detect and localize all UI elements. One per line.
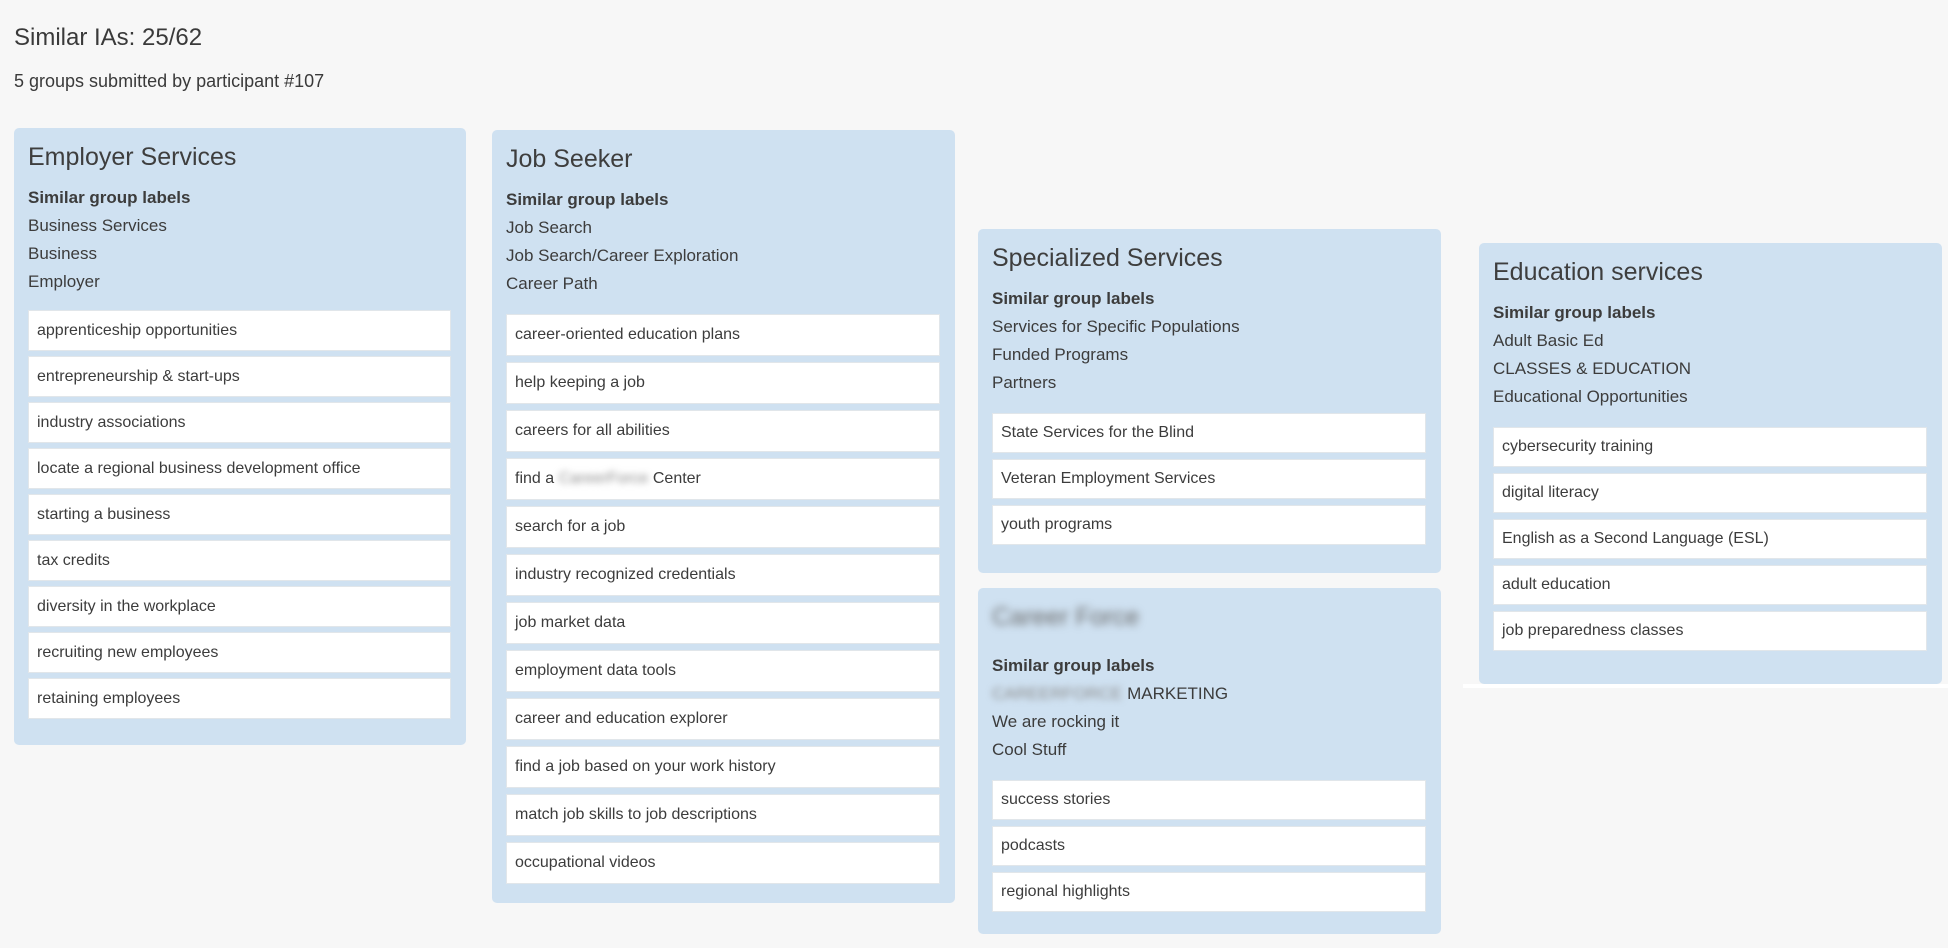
similar-label: Cool Stuff — [992, 740, 1067, 759]
card-item[interactable]: occupational videos — [506, 842, 940, 884]
card-item[interactable]: cybersecurity training — [1493, 427, 1927, 467]
similar-label: Adult Basic Ed — [1493, 331, 1604, 350]
card-item[interactable]: success stories — [992, 780, 1426, 820]
group-title: Job Seeker — [506, 145, 633, 173]
similar-labels-heading: Similar group labels — [1493, 303, 1656, 322]
card-item[interactable]: retaining employees — [28, 678, 451, 719]
column-divider — [1463, 684, 1948, 688]
similar-label: Career Path — [506, 274, 598, 293]
similar-labels-heading: Similar group labels — [506, 190, 669, 209]
card-item[interactable]: adult education — [1493, 565, 1927, 605]
group-title-redacted: Career Force — [992, 603, 1140, 631]
card-item[interactable]: diversity in the workplace — [28, 586, 451, 627]
card-item[interactable]: employment data tools — [506, 650, 940, 692]
card-item[interactable]: apprenticeship opportunities — [28, 310, 451, 351]
similar-label: Job Search/Career Exploration — [506, 246, 739, 265]
card-list: career-oriented education plans help kee… — [506, 314, 940, 884]
card-item-redacted[interactable]: find a CareerForce Center — [506, 458, 940, 500]
similar-label: Educational Opportunities — [1493, 387, 1688, 406]
card-item[interactable]: English as a Second Language (ESL) — [1493, 519, 1927, 559]
group-card-specialized-services: Specialized Services Similar group label… — [978, 229, 1441, 573]
similar-labels-heading: Similar group labels — [28, 188, 191, 207]
item-text-prefix: find a — [515, 470, 555, 487]
group-card-employer-services: Employer Services Similar group labels B… — [14, 128, 466, 745]
similar-label: We are rocking it — [992, 712, 1120, 731]
group-title: Education services — [1493, 258, 1703, 286]
similar-label: Business Services — [28, 216, 167, 235]
card-item[interactable]: career and education explorer — [506, 698, 940, 740]
card-list: apprenticeship opportunities entrepreneu… — [28, 310, 451, 719]
card-item[interactable]: podcasts — [992, 826, 1426, 866]
redacted-text: CareerForce — [558, 470, 649, 487]
group-title: Employer Services — [28, 143, 237, 171]
card-item[interactable]: tax credits — [28, 540, 451, 581]
similar-label: Services for Specific Populations — [992, 317, 1240, 336]
card-item[interactable]: industry associations — [28, 402, 451, 443]
card-item[interactable]: State Services for the Blind — [992, 413, 1426, 453]
similar-label: CLASSES & EDUCATION — [1493, 359, 1692, 378]
card-item[interactable]: recruiting new employees — [28, 632, 451, 673]
group-card-job-seeker: Job Seeker Similar group labels Job Sear… — [492, 130, 955, 903]
similar-label: Employer — [28, 272, 100, 291]
similar-label-redacted: CAREERFORCE MARKETING — [992, 680, 1426, 708]
card-item[interactable]: starting a business — [28, 494, 451, 535]
card-list: State Services for the Blind Veteran Emp… — [992, 413, 1426, 545]
similar-label-suffix: MARKETING — [1127, 684, 1229, 703]
similar-labels-heading: Similar group labels — [992, 289, 1155, 308]
card-item[interactable]: job preparedness classes — [1493, 611, 1927, 651]
card-item[interactable]: job market data — [506, 602, 940, 644]
card-item[interactable]: industry recognized credentials — [506, 554, 940, 596]
card-item[interactable]: digital literacy — [1493, 473, 1927, 513]
card-item[interactable]: youth programs — [992, 505, 1426, 545]
similar-labels-heading: Similar group labels — [992, 656, 1155, 675]
card-item[interactable]: help keeping a job — [506, 362, 940, 404]
group-title: Specialized Services — [992, 244, 1223, 272]
page-subtitle: 5 groups submitted by participant #107 — [14, 71, 325, 91]
card-item[interactable]: Veteran Employment Services — [992, 459, 1426, 499]
card-item[interactable]: locate a regional business development o… — [28, 448, 451, 489]
card-item[interactable]: match job skills to job descriptions — [506, 794, 940, 836]
group-card-education-services: Education services Similar group labels … — [1479, 243, 1942, 684]
page-title: Similar IAs: 25/62 — [14, 24, 203, 51]
card-list: success stories podcasts regional highli… — [992, 780, 1426, 912]
similar-label: Partners — [992, 373, 1057, 392]
similar-label: Business — [28, 244, 97, 263]
redacted-text: CAREERFORCE — [992, 684, 1123, 703]
group-card-career-force: Career Force Similar group labels CAREER… — [978, 588, 1441, 934]
similar-label: Job Search — [506, 218, 592, 237]
card-item[interactable]: find a job based on your work history — [506, 746, 940, 788]
item-text-suffix: Center — [652, 470, 701, 487]
card-item[interactable]: careers for all abilities — [506, 410, 940, 452]
card-item[interactable]: search for a job — [506, 506, 940, 548]
card-item[interactable]: entrepreneurship & start-ups — [28, 356, 451, 397]
card-list: cybersecurity training digital literacy … — [1493, 427, 1927, 651]
card-item[interactable]: career-oriented education plans — [506, 314, 940, 356]
similar-label: Funded Programs — [992, 345, 1129, 364]
card-item[interactable]: regional highlights — [992, 872, 1426, 912]
